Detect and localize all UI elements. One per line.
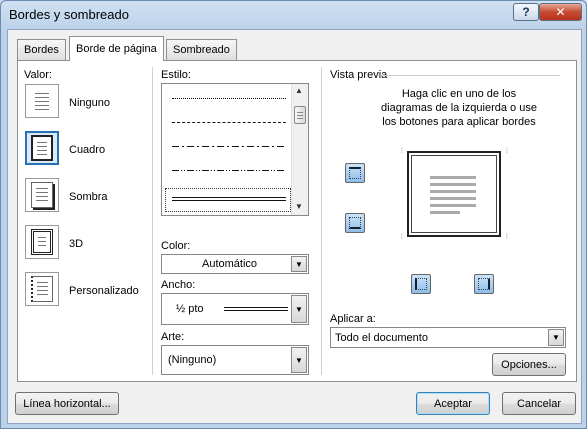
tab-sombreado[interactable]: Sombreado xyxy=(166,39,237,60)
scroll-down-icon[interactable]: ▼ xyxy=(295,202,303,211)
aplicar-label: Aplicar a: xyxy=(330,313,376,325)
aplicar-value: Todo el documento xyxy=(335,331,428,344)
color-dropdown[interactable]: Automático ▼ xyxy=(161,254,309,274)
bottom-border-button[interactable] xyxy=(345,213,365,233)
setting-3d-button[interactable] xyxy=(25,225,59,259)
top-border-button[interactable] xyxy=(345,163,365,183)
bottom-border-icon xyxy=(349,217,361,229)
aplicar-dropdown[interactable]: Todo el documento ▼ xyxy=(330,327,566,348)
scroll-up-icon[interactable]: ▲ xyxy=(295,86,303,95)
preview-group-line xyxy=(380,75,560,76)
corner-mark: ⋮ xyxy=(504,234,511,240)
preview-text-line xyxy=(430,204,476,207)
preview-text-line xyxy=(430,176,476,179)
ancho-dropdown[interactable]: ½ pto ▼ xyxy=(161,293,309,325)
style-item-dashed[interactable] xyxy=(172,122,286,123)
ancho-label: Ancho: xyxy=(161,279,196,291)
tab-bordes[interactable]: Bordes xyxy=(17,39,66,60)
style-item-dash-dot-dot[interactable] xyxy=(172,170,286,171)
style-item-double[interactable] xyxy=(172,197,286,201)
chevron-down-icon[interactable]: ▼ xyxy=(291,256,307,272)
scroll-thumb[interactable] xyxy=(294,106,306,124)
page-3d-icon xyxy=(31,229,53,255)
ancho-value: ½ pto xyxy=(176,303,204,315)
page-box-icon xyxy=(31,135,53,161)
preview-text-line xyxy=(430,190,476,193)
setting-personalizado-button[interactable] xyxy=(25,272,59,306)
color-value: Automático xyxy=(202,258,258,270)
valor-label: Valor: xyxy=(24,69,52,81)
window-title: Bordes y sombreado xyxy=(9,7,129,22)
setting-ninguno-label: Ninguno xyxy=(69,97,110,109)
corner-mark: ⋮ xyxy=(504,148,511,154)
setting-cuadro-label: Cuadro xyxy=(69,144,106,156)
instruction-line: diagramas de la izquierda o use xyxy=(381,102,537,114)
cancelar-button[interactable]: Cancelar xyxy=(502,392,576,415)
page-none-icon xyxy=(31,88,53,114)
close-icon: ✕ xyxy=(555,5,566,19)
chevron-down-icon[interactable]: ▼ xyxy=(291,347,307,373)
ancho-line-preview xyxy=(224,307,288,311)
corner-mark: ⋮ xyxy=(399,148,406,154)
chevron-down-icon[interactable]: ▼ xyxy=(291,295,307,323)
left-border-button[interactable] xyxy=(411,274,431,294)
setting-ninguno-button[interactable] xyxy=(25,84,59,118)
style-scrollbar[interactable]: ▲ ▼ xyxy=(291,84,308,215)
page-shadow-icon xyxy=(31,182,53,208)
style-item-dotted[interactable] xyxy=(172,98,286,99)
preview-text-line xyxy=(430,183,476,186)
preview-instructions: Haga clic en uno de los diagramas de la … xyxy=(348,87,570,129)
dialog-client-area: Bordes Borde de página Sombreado Valor: … xyxy=(7,29,582,424)
opciones-button[interactable]: Opciones... xyxy=(492,353,566,376)
title-bar[interactable]: Bordes y sombreado ? ✕ xyxy=(1,1,586,29)
setting-3d-label: 3D xyxy=(69,238,84,250)
tab-label: Sombreado xyxy=(173,44,230,56)
instruction-line: los botones para aplicar bordes xyxy=(382,116,536,128)
button-label: Cancelar xyxy=(516,397,562,410)
tab-panel: Valor: Ninguno Cuadro Sombra 3D Personal… xyxy=(17,60,577,382)
preview-page-border xyxy=(411,155,497,233)
color-label: Color: xyxy=(161,240,191,252)
close-button[interactable]: ✕ xyxy=(539,3,582,21)
arte-value: (Ninguno) xyxy=(168,354,217,366)
corner-mark: ⋮ xyxy=(399,234,406,240)
setting-personalizado-label: Personalizado xyxy=(69,285,139,297)
preview-label: Vista previa xyxy=(330,69,388,81)
dialog-window: Bordes y sombreado ? ✕ Bordes Borde de p… xyxy=(0,0,587,429)
page-custom-icon xyxy=(31,276,53,302)
setting-sombra-button[interactable] xyxy=(25,178,59,212)
left-border-icon xyxy=(415,278,427,290)
preview-text-line xyxy=(430,211,460,214)
top-border-icon xyxy=(349,167,361,179)
linea-horizontal-button[interactable]: Línea horizontal... xyxy=(15,392,119,415)
button-label: Línea horizontal... xyxy=(23,397,111,410)
button-label: Aceptar xyxy=(434,397,472,410)
button-label: Opciones... xyxy=(501,358,557,371)
column-divider xyxy=(321,67,322,375)
instruction-line: Haga clic en uno de los xyxy=(401,88,517,100)
chevron-down-icon[interactable]: ▼ xyxy=(548,329,564,346)
style-item-dash-dot[interactable] xyxy=(172,146,286,147)
style-listbox[interactable]: ▲ ▼ xyxy=(161,83,309,216)
arte-label: Arte: xyxy=(161,331,185,343)
tab-label: Bordes xyxy=(24,44,59,56)
preview-text-line xyxy=(430,197,476,200)
preview-page[interactable] xyxy=(407,151,501,237)
aceptar-button[interactable]: Aceptar xyxy=(416,392,490,415)
setting-cuadro-button[interactable] xyxy=(25,131,59,165)
right-border-icon xyxy=(478,278,490,290)
help-icon: ? xyxy=(522,5,530,19)
tab-label: Borde de página xyxy=(76,43,157,55)
help-button[interactable]: ? xyxy=(513,3,539,21)
setting-sombra-label: Sombra xyxy=(69,191,108,203)
tab-borde-de-pagina[interactable]: Borde de página xyxy=(69,36,164,61)
estilo-label: Estilo: xyxy=(161,69,191,81)
arte-dropdown[interactable]: (Ninguno) ▼ xyxy=(161,345,309,375)
right-border-button[interactable] xyxy=(474,274,494,294)
column-divider xyxy=(152,67,153,375)
